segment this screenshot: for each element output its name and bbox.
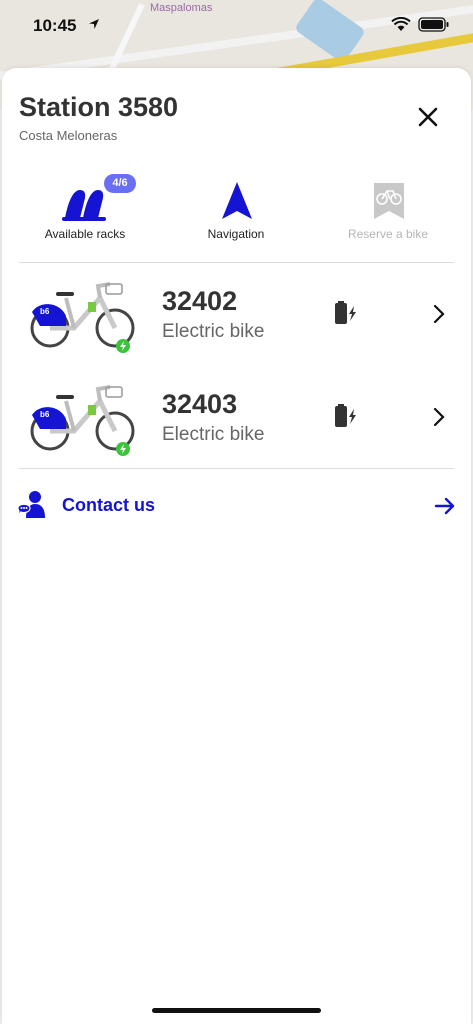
home-indicator: [152, 1008, 321, 1013]
station-sheet: Station 3580 Costa Meloneras 4/6 Availab…: [2, 68, 471, 1024]
close-icon[interactable]: [413, 102, 443, 132]
divider: [19, 468, 454, 469]
station-title: Station 3580: [19, 92, 179, 122]
status-time: 10:45: [33, 16, 77, 35]
electric-bike-image: b6: [30, 282, 135, 353]
contact-us-button[interactable]: Contact us: [2, 482, 471, 530]
reserve-bike-button[interactable]: Reserve a bike: [313, 178, 463, 248]
bike-rack-icon: [62, 190, 106, 221]
reserve-bike-label: Reserve a bike: [347, 227, 429, 241]
svg-text:b6: b6: [40, 410, 50, 419]
bike-number: 32402: [162, 286, 238, 316]
electric-bike-image: b6: [30, 385, 135, 456]
support-chat-icon: [17, 491, 45, 518]
wifi-icon: [391, 17, 411, 31]
bike-type: Electric bike: [162, 424, 265, 445]
location-arrow-icon: [89, 19, 99, 29]
divider: [19, 262, 454, 263]
reserve-bike-icon: [374, 183, 404, 219]
chevron-right-icon: [433, 304, 445, 324]
chevron-right-icon: [433, 407, 445, 427]
bike-list-item[interactable]: b6 32403 Electric bike: [2, 379, 471, 479]
station-subtitle: Costa Meloneras: [19, 128, 118, 143]
bike-type: Electric bike: [162, 321, 265, 342]
battery-icon: [418, 17, 449, 32]
racks-count-badge: 4/6: [104, 174, 136, 193]
battery-charging-icon: [335, 404, 356, 427]
svg-text:b6: b6: [40, 307, 50, 316]
contact-us-label: Contact us: [62, 495, 156, 515]
action-row: 4/6 Available racks Navigation Reserve a…: [2, 174, 471, 248]
navigation-button[interactable]: Navigation: [161, 178, 311, 248]
arrow-right-icon: [434, 497, 455, 515]
status-bar: 10:45: [0, 0, 473, 50]
navigation-arrow-icon: [222, 182, 252, 219]
bike-list-item[interactable]: b6 32402 Electric bike: [2, 276, 471, 376]
battery-charging-icon: [335, 301, 356, 324]
available-racks-button[interactable]: 4/6 Available racks: [10, 174, 160, 248]
bike-number: 32403: [162, 389, 238, 419]
navigation-label: Navigation: [207, 227, 265, 241]
available-racks-label: Available racks: [44, 227, 126, 241]
